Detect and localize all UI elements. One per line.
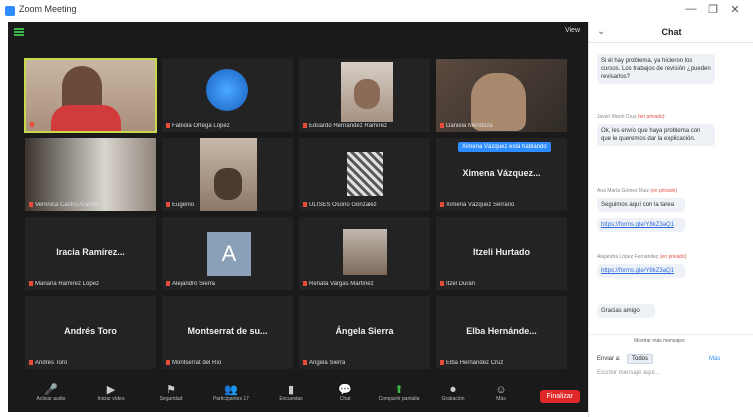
participant-name: Daniela Mendoza [440,123,493,129]
participant-center-name: Andrés Toro [64,326,117,336]
security-button[interactable]: ⚑ Seguridad [146,384,196,402]
end-meeting-button[interactable]: Finalizar [539,390,580,403]
window-title: Zoom Meeting [19,4,77,14]
participant-name: Elba Hernández Cruz [440,360,503,366]
reactions-button[interactable]: ☺ Más [476,384,526,402]
zoom-logo-icon [5,6,15,16]
reactions-icon: ☺ [495,384,507,396]
video-tile[interactable]: Itzeli Hurtado Itzel Duran [435,216,568,291]
chat-message-meta: Javier Marín Cruz (en privado) [597,114,665,120]
share-screen-icon: ⬆ [394,384,404,396]
record-icon: ⏺ [450,384,456,396]
video-tile[interactable]: Renata Vargas Martínez [298,216,431,291]
chat-message: Seguimos aquí con la tarea [597,198,685,212]
participant-name: Eduardo Hernández Ramírez [303,123,387,129]
participant-name: Mariana Ramírez López [29,281,99,287]
video-tile[interactable]: Andrés Toro Andrés Toro [24,295,157,370]
video-camera-icon: ▶ [106,384,116,396]
send-to-label: Enviar a: [597,356,621,362]
meeting-area: View Fabiola Ortega López Eduardo Hernán… [8,22,588,412]
show-more-button[interactable]: Mostrar más mensajes [634,338,685,344]
video-tile[interactable]: Fabiola Ortega López [161,58,294,133]
video-tile[interactable]: Iracia Ramírez... Mariana Ramírez López [24,216,157,291]
poll-icon: ▮ [287,384,295,396]
participant-center-name: Ángela Sierra [335,326,394,336]
chat-input[interactable]: Escribir mensaje aquí... [597,370,660,376]
video-tile[interactable]: A Alejandro Sierra [161,216,294,291]
participant-name: Ximena Vázquez Serrano [440,202,514,208]
video-tile[interactable]: Montserrat de su... Montserrat del Río [161,295,294,370]
participant-name: Andrés Toro [29,360,67,366]
participant-name: Renata Vargas Martínez [303,281,374,287]
speaking-tooltip: Ximena Vázquez está hablando [458,142,551,152]
participant-center-name: Montserrat de su... [187,326,268,336]
polls-button[interactable]: ▮ Encuestas [266,384,316,402]
participants-button[interactable]: 👥 Participantes 17 [206,384,256,402]
participant-photo [343,229,387,275]
video-tile[interactable]: Eugenio [161,137,294,212]
video-tile[interactable]: Eduardo Hernández Ramírez [298,58,431,133]
microphone-icon: 🎤 [44,384,58,396]
participant-name: Eugenio [166,202,194,208]
share-screen-button[interactable]: ⬆ Compartir pantalla [374,384,424,402]
minimize-button[interactable]: — [681,3,701,15]
unmute-button[interactable]: 🎤 Activar audio [26,384,76,402]
participant-name: Itzel Duran [440,281,475,287]
chat-link[interactable]: https://forms.gle/Y8kZ3aQ1 [597,218,685,232]
participant-center-name: Itzeli Hurtado [472,247,530,257]
video-tile[interactable]: Ángela Sierra Ángela Sierra [298,295,431,370]
participants-icon: 👥 [224,384,238,396]
start-video-button[interactable]: ▶ Iniciar vídeo [86,384,136,402]
maximize-button[interactable]: ❐ [703,3,723,16]
video-tile[interactable]: Veronica Castro Aranda [24,137,157,212]
participant-avatar: A [207,232,251,276]
chat-icon: 💬 [338,384,352,396]
more-options-button[interactable]: Más [709,356,720,362]
video-tile-active-speaker[interactable] [24,58,157,133]
participant-name: Veronica Castro Aranda [29,202,98,208]
participant-center-name: Elba Hernánde... [466,326,537,336]
chat-button[interactable]: 💬 Chat [320,384,370,402]
participant-name: Fabiola Ortega López [166,123,230,129]
chat-message: Ok, les envío que haya problema con que … [597,124,715,146]
chat-title: Chat [661,27,682,37]
chat-message-meta: Ana María Gómez Ruiz (en privado) [597,188,678,194]
recipient-select[interactable]: Todos [627,354,654,364]
meeting-toolbar: 🎤 Activar audio ▶ Iniciar vídeo ⚑ Seguridad… [8,382,588,412]
close-button[interactable]: ✕ [725,3,745,16]
video-tile[interactable]: Daniela Mendoza [435,58,568,133]
participant-center-name: Ximena Vázquez... [462,168,541,178]
participant-name: Ángela Sierra [303,360,345,366]
participant-photo [347,152,383,196]
video-tile[interactable]: ULISES Osorio Gonzalez [298,137,431,212]
chat-message: Gracias amigo [597,304,655,318]
divider [589,334,753,336]
chat-message-meta: Alejandra López Fernández (en privado) [597,254,687,260]
participant-name: Alejandro Sierra [166,281,215,287]
shield-icon: ⚑ [166,384,176,396]
chat-message: Si él hay problema, ya hicieron los curs… [597,54,715,84]
security-shield-icon[interactable] [14,28,24,36]
participant-center-name: Iracia Ramírez... [56,247,125,257]
video-tile[interactable]: Elba Hernánde... Elba Hernández Cruz [435,295,568,370]
participant-name [30,122,36,128]
participant-avatar [206,69,248,111]
chat-link[interactable]: https://forms.gle/Y8kZ3aQ1 [597,264,685,278]
record-button[interactable]: ⏺ Grabación [428,384,478,402]
chat-panel: ⌄ Chat Si él hay problema, ya hicieron l… [588,22,753,417]
chat-header: ⌄ Chat [589,22,753,43]
participant-name: ULISES Osorio Gonzalez [303,202,377,208]
title-bar: Zoom Meeting — ❐ ✕ [0,0,753,22]
view-button[interactable]: View [565,27,580,34]
participant-name: Montserrat del Río [166,360,221,366]
